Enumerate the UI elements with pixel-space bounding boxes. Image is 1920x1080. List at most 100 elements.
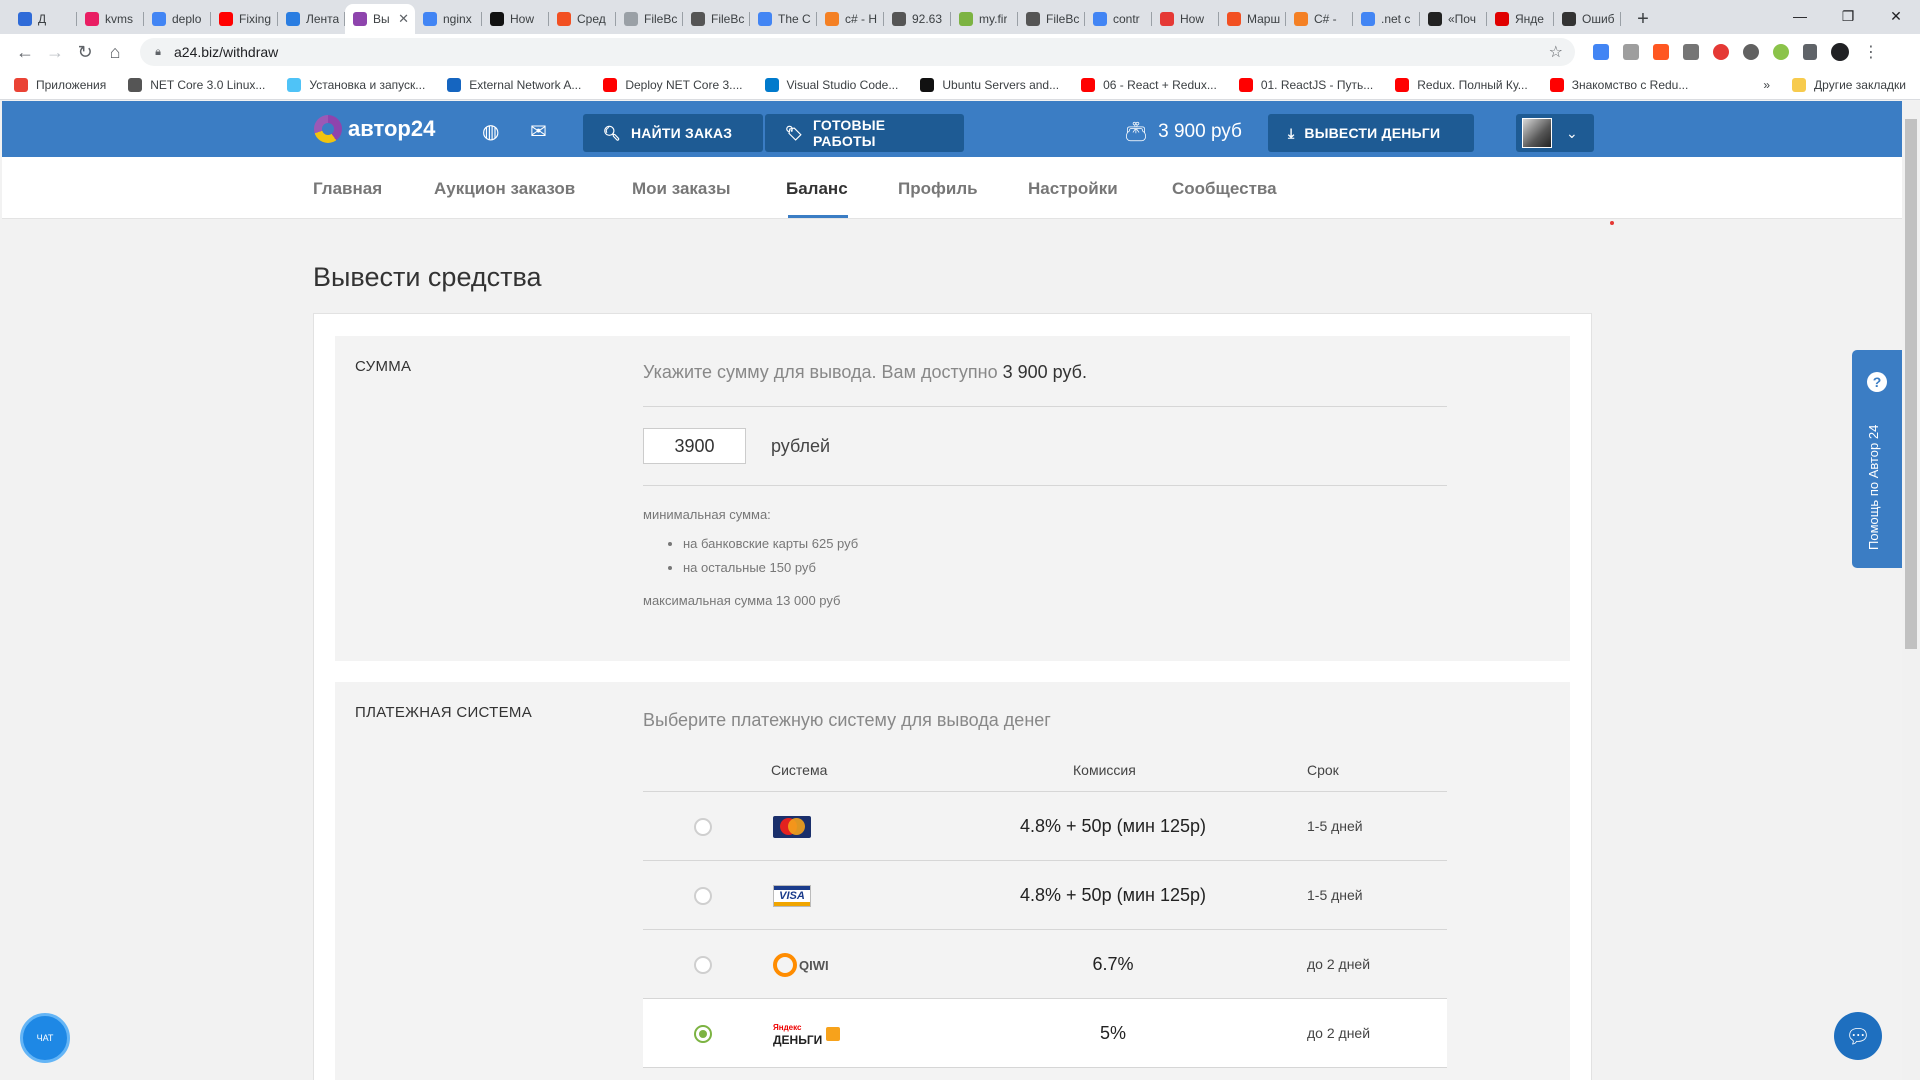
bookmark-label: Ubuntu Servers and...	[942, 77, 1060, 92]
nav-item-balance[interactable]: Баланс	[786, 179, 848, 199]
bookmark-item[interactable]: Знакомство с Redu...	[1549, 77, 1689, 92]
radio-button[interactable]	[694, 956, 712, 974]
close-tab-icon[interactable]: ✕	[398, 11, 409, 27]
browser-tab[interactable]: FileBc	[1018, 4, 1085, 34]
nav-item-my-orders[interactable]: Мои заказы	[632, 179, 731, 199]
bookmark-item[interactable]: Deploy NET Core 3....	[603, 77, 743, 92]
profile-icon[interactable]	[1831, 43, 1849, 61]
browser-tab[interactable]: Марш	[1219, 4, 1286, 34]
bookmark-item[interactable]: 06 - React + Redux...	[1081, 77, 1217, 92]
extension-icon[interactable]	[1713, 44, 1729, 60]
tab-title: contr	[1113, 12, 1140, 26]
bookmark-item[interactable]: Приложения	[14, 77, 107, 92]
extension-icon[interactable]	[1743, 44, 1759, 60]
scrollbar[interactable]	[1902, 101, 1920, 1080]
notification-dot	[1610, 221, 1614, 225]
radio-button-selected[interactable]	[694, 1025, 712, 1043]
sum-section-body: Укажите сумму для вывода. Вам доступно 3…	[643, 362, 1447, 608]
bookmark-label: Приложения	[36, 77, 107, 92]
nav-item-profile[interactable]: Профиль	[898, 179, 978, 199]
amount-input[interactable]	[643, 428, 746, 464]
radio-button[interactable]	[694, 818, 712, 836]
nav-item-home[interactable]: Главная	[313, 179, 382, 199]
mail-icon[interactable]: ✉	[530, 119, 547, 144]
browser-tab[interactable]: Янде	[1487, 4, 1554, 34]
bookmark-item[interactable]: External Network A...	[447, 77, 581, 92]
address-bar[interactable]: 🔒︎ a24.biz/withdraw ☆	[140, 38, 1575, 66]
back-icon[interactable]: ←	[10, 37, 40, 67]
logo[interactable]: автор24	[314, 115, 435, 143]
browser-tab[interactable]: Вы ✕	[345, 4, 415, 34]
browser-tab[interactable]: my.fir	[951, 4, 1018, 34]
payment-row-mastercard[interactable]: 4.8% + 50р (мин 125р) 1-5 дней	[643, 792, 1447, 861]
payment-row-qiwi[interactable]: QIWI 6.7% до 2 дней	[643, 930, 1447, 999]
nav-item-auction[interactable]: Аукцион заказов	[434, 179, 575, 199]
forward-icon[interactable]: →	[40, 37, 70, 67]
qiwi-logo-icon: QIWI	[773, 950, 829, 980]
chat-button[interactable]: ЧАТ	[20, 1013, 70, 1063]
bookmark-favicon-icon	[1238, 77, 1253, 92]
browser-tab[interactable]: deplo	[144, 4, 211, 34]
withdraw-money-button[interactable]: ⤓ ВЫВЕСТИ ДЕНЬГИ	[1268, 114, 1474, 152]
browser-tab[interactable]: Ошиб	[1554, 4, 1621, 34]
minimize-icon[interactable]: —	[1776, 0, 1824, 32]
browser-tab[interactable]: c# - H	[817, 4, 884, 34]
visa-logo-text: VISA	[779, 890, 805, 902]
globe-icon[interactable]: ◍	[482, 119, 499, 144]
browser-tab[interactable]: contr	[1085, 4, 1152, 34]
extension-icon[interactable]	[1683, 44, 1699, 60]
bookmarks-overflow-icon[interactable]: »	[1763, 78, 1770, 92]
close-window-icon[interactable]: ✕	[1872, 0, 1920, 32]
bookmark-label: Знакомство с Redu...	[1571, 77, 1689, 92]
balance-amount: 3 900 руб	[1158, 121, 1242, 142]
translate-extension-icon[interactable]	[1593, 44, 1609, 60]
bookmark-item[interactable]: Visual Studio Code...	[764, 77, 898, 92]
bookmark-item[interactable]: Установка и запуск...	[287, 77, 425, 92]
menu-icon[interactable]: ⋮	[1863, 42, 1879, 62]
user-menu[interactable]: ⌄	[1516, 114, 1594, 152]
payment-row-visa[interactable]: VISA 4.8% + 50р (мин 125р) 1-5 дней	[643, 861, 1447, 930]
browser-tab[interactable]: nginx	[415, 4, 482, 34]
reload-icon[interactable]: ↻	[70, 37, 100, 67]
bookmark-star-icon[interactable]: ☆	[1549, 42, 1563, 62]
nav-item-settings[interactable]: Настройки	[1028, 179, 1118, 199]
radio-button[interactable]	[694, 887, 712, 905]
new-tab-button[interactable]: +	[1629, 6, 1657, 34]
tab-title: Марш	[1247, 12, 1280, 26]
bookmark-item[interactable]: NET Core 3.0 Linux...	[128, 77, 265, 92]
ready-works-button[interactable]: 🏷︎ ГОТОВЫЕ РАБОТЫ	[765, 114, 964, 152]
browser-tab[interactable]: Сред	[549, 4, 616, 34]
extension-icon[interactable]	[1773, 44, 1789, 60]
browser-tab[interactable]: Лента	[278, 4, 345, 34]
extension-icon[interactable]	[1623, 44, 1639, 60]
browser-tab[interactable]: FileBc	[616, 4, 683, 34]
favicon-icon	[1093, 12, 1107, 26]
browser-tab[interactable]: kvms	[77, 4, 144, 34]
balance[interactable]: 👛︎ 3 900 руб	[1124, 120, 1242, 144]
other-bookmarks[interactable]: Другие закладки	[1792, 77, 1906, 92]
browser-tab[interactable]: 92.63	[884, 4, 951, 34]
payment-row-yandex-money[interactable]: Яндекс ДЕНЬГИ 5% до 2 дней	[643, 999, 1447, 1068]
nav-item-communities[interactable]: Сообщества	[1172, 179, 1277, 199]
home-icon[interactable]: ⌂	[100, 37, 130, 67]
restore-icon[interactable]: ❐	[1824, 0, 1872, 32]
browser-tab[interactable]: C# -	[1286, 4, 1353, 34]
browser-tab[interactable]: «Поч	[1420, 4, 1487, 34]
browser-tab[interactable]: FileBc	[683, 4, 750, 34]
browser-tab[interactable]: How	[1152, 4, 1219, 34]
browser-tab[interactable]: Д	[10, 4, 77, 34]
help-sidebar-tab[interactable]: ? Помощь по Автор 24	[1852, 350, 1902, 568]
bookmark-item[interactable]: Ubuntu Servers and...	[920, 77, 1060, 92]
browser-tab[interactable]: How	[482, 4, 549, 34]
yandex-logo-bottom: ДЕНЬГИ	[773, 1033, 823, 1047]
bookmark-item[interactable]: 01. ReactJS - Путь...	[1238, 77, 1373, 92]
browser-tab[interactable]: .net c	[1353, 4, 1420, 34]
extension-icon[interactable]	[1653, 44, 1669, 60]
messenger-chat-icon[interactable]: 💬︎	[1834, 1012, 1882, 1060]
find-order-button[interactable]: 🔍︎ НАЙТИ ЗАКАЗ	[583, 114, 763, 152]
scrollbar-thumb[interactable]	[1905, 119, 1917, 649]
browser-tab[interactable]: The C	[750, 4, 817, 34]
browser-tab[interactable]: Fixing	[211, 4, 278, 34]
bookmark-item[interactable]: Redux. Полный Ку...	[1395, 77, 1528, 92]
reading-list-icon[interactable]	[1803, 44, 1817, 60]
